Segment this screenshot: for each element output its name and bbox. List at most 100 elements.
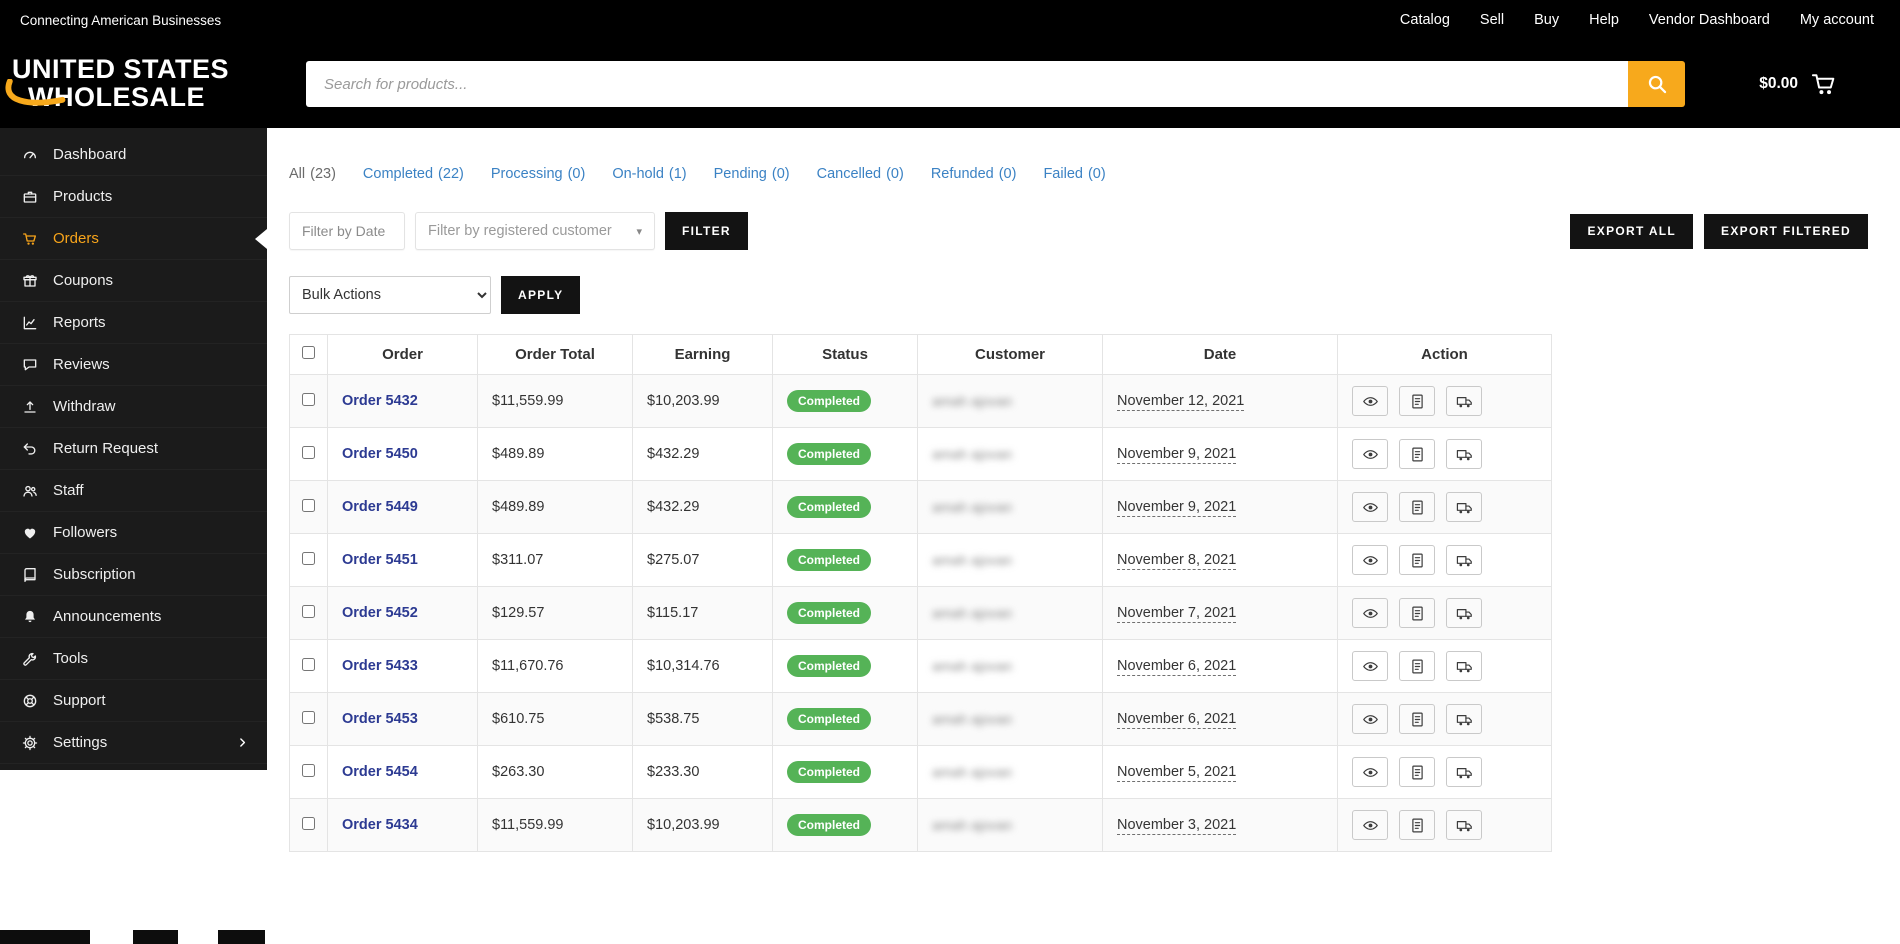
bulk-actions-row: Bulk Actions APPLY	[289, 276, 1878, 314]
sidebar-item-products[interactable]: Products	[0, 176, 267, 218]
order-link[interactable]: Order 5434	[342, 817, 418, 833]
shipment-button[interactable]	[1446, 810, 1483, 840]
order-date: November 12, 2021	[1117, 393, 1245, 411]
export-all-button[interactable]: EXPORT ALL	[1570, 213, 1694, 249]
shipment-button[interactable]	[1446, 386, 1483, 416]
gear-icon	[22, 735, 38, 751]
row-checkbox[interactable]	[302, 551, 315, 565]
view-order-button[interactable]	[1352, 810, 1388, 840]
order-link[interactable]: Order 5454	[342, 764, 418, 780]
sidebar-item-subscription[interactable]: Subscription	[0, 554, 267, 596]
filter-by-date-input[interactable]	[289, 212, 405, 250]
sidebar-item-orders[interactable]: Orders	[0, 218, 267, 260]
shipment-button[interactable]	[1446, 439, 1483, 469]
shipment-button[interactable]	[1446, 598, 1483, 628]
filter-button[interactable]: FILTER	[665, 212, 748, 250]
filter-completed[interactable]: Completed (22)	[363, 166, 464, 182]
sidebar-item-label: Products	[53, 188, 113, 205]
sidebar-item-announcements[interactable]: Announcements	[0, 596, 267, 638]
invoice-button[interactable]	[1399, 439, 1436, 469]
cart-widget[interactable]: $0.00	[1759, 70, 1900, 98]
order-link[interactable]: Order 5453	[342, 711, 418, 727]
sidebar-item-coupons[interactable]: Coupons	[0, 260, 267, 302]
site-logo[interactable]: UNITED STATES WHOLESALE	[0, 56, 268, 111]
invoice-button[interactable]	[1399, 757, 1436, 787]
invoice-button[interactable]	[1399, 545, 1436, 575]
nav-sell[interactable]: Sell	[1480, 12, 1504, 28]
filter-pending[interactable]: Pending (0)	[714, 166, 790, 182]
view-order-button[interactable]	[1352, 704, 1388, 734]
invoice-button[interactable]	[1399, 651, 1436, 681]
sidebar-item-tools[interactable]: Tools	[0, 638, 267, 680]
shipment-button[interactable]	[1446, 492, 1483, 522]
sidebar-item-dashboard[interactable]: Dashboard	[0, 134, 267, 176]
select-all-checkbox[interactable]	[302, 346, 315, 359]
row-checkbox[interactable]	[302, 604, 315, 618]
book-icon	[22, 567, 38, 583]
sidebar-item-return-request[interactable]: Return Request	[0, 428, 267, 470]
view-order-button[interactable]	[1352, 757, 1388, 787]
filter-cancelled[interactable]: Cancelled (0)	[817, 166, 904, 182]
view-order-button[interactable]	[1352, 439, 1388, 469]
shipment-button[interactable]	[1446, 704, 1483, 734]
row-checkbox[interactable]	[302, 657, 315, 671]
view-order-button[interactable]	[1352, 492, 1388, 522]
heart-icon	[22, 525, 38, 541]
row-checkbox[interactable]	[302, 498, 315, 512]
sidebar-item-withdraw[interactable]: Withdraw	[0, 386, 267, 428]
order-link[interactable]: Order 5450	[342, 446, 418, 462]
view-order-button[interactable]	[1352, 545, 1388, 575]
filter-processing[interactable]: Processing (0)	[491, 166, 585, 182]
sidebar-item-support[interactable]: Support	[0, 680, 267, 722]
caret-down-icon: ▾	[636, 225, 642, 238]
invoice-button[interactable]	[1399, 492, 1436, 522]
row-checkbox[interactable]	[302, 816, 315, 830]
sidebar-item-staff[interactable]: Staff	[0, 470, 267, 512]
order-link[interactable]: Order 5449	[342, 499, 418, 515]
nav-buy[interactable]: Buy	[1534, 12, 1559, 28]
filter-customer-dropdown[interactable]: Filter by registered customer ▾	[415, 212, 655, 250]
order-link[interactable]: Order 5452	[342, 605, 418, 621]
sidebar-item-settings[interactable]: Settings	[0, 722, 267, 764]
invoice-button[interactable]	[1399, 386, 1436, 416]
sidebar-item-reports[interactable]: Reports	[0, 302, 267, 344]
nav-catalog[interactable]: Catalog	[1400, 12, 1450, 28]
order-total: $11,670.76	[477, 639, 633, 693]
view-order-button[interactable]	[1352, 386, 1388, 416]
filter-failed[interactable]: Failed (0)	[1043, 166, 1105, 182]
bulk-actions-select[interactable]: Bulk Actions	[289, 276, 491, 314]
order-link[interactable]: Order 5433	[342, 658, 418, 674]
row-checkbox[interactable]	[302, 710, 315, 724]
invoice-button[interactable]	[1399, 704, 1436, 734]
row-checkbox[interactable]	[302, 763, 315, 777]
view-order-button[interactable]	[1352, 598, 1388, 628]
nav-help[interactable]: Help	[1589, 12, 1619, 28]
nav-my-account[interactable]: My account	[1800, 12, 1874, 28]
search-input[interactable]	[306, 61, 1629, 107]
apply-button[interactable]: APPLY	[501, 276, 581, 314]
filter-all[interactable]: All (23)	[289, 166, 336, 182]
sidebar-item-reviews[interactable]: Reviews	[0, 344, 267, 386]
order-date: November 5, 2021	[1117, 764, 1237, 782]
sidebar-item-followers[interactable]: Followers	[0, 512, 267, 554]
order-link[interactable]: Order 5451	[342, 552, 418, 568]
invoice-button[interactable]	[1399, 810, 1436, 840]
export-filtered-button[interactable]: EXPORT FILTERED	[1704, 213, 1868, 249]
row-checkbox[interactable]	[302, 392, 315, 406]
nav-vendor-dashboard[interactable]: Vendor Dashboard	[1649, 12, 1770, 28]
search-button[interactable]	[1628, 61, 1686, 107]
shipment-button[interactable]	[1446, 651, 1483, 681]
view-order-button[interactable]	[1352, 651, 1388, 681]
filter-refunded[interactable]: Refunded (0)	[931, 166, 1017, 182]
row-checkbox[interactable]	[302, 445, 315, 459]
invoice-button[interactable]	[1399, 598, 1436, 628]
invoice-icon	[1409, 446, 1426, 463]
truck-icon	[1456, 711, 1473, 728]
shipment-button[interactable]	[1446, 757, 1483, 787]
filter-on-hold[interactable]: On-hold (1)	[612, 166, 686, 182]
status-badge: Completed	[787, 549, 872, 571]
actions-cell	[1337, 374, 1552, 428]
order-earning: $432.29	[632, 427, 773, 481]
order-link[interactable]: Order 5432	[342, 393, 418, 409]
shipment-button[interactable]	[1446, 545, 1483, 575]
